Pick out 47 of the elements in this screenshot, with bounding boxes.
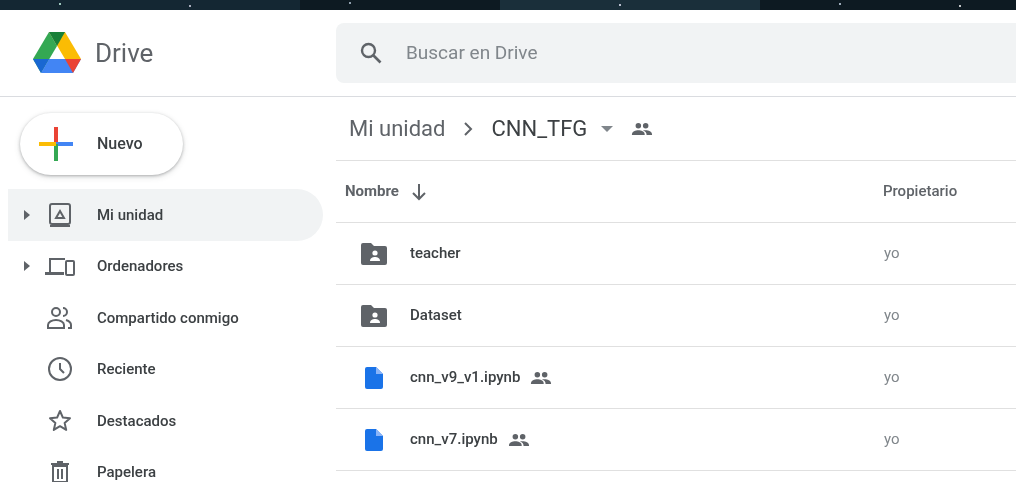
column-header[interactable]: Nombre <box>345 180 399 203</box>
plus-icon <box>39 127 73 161</box>
search-icon <box>360 42 382 64</box>
sidebar-item[interactable]: Reciente <box>0 343 315 395</box>
document-icon <box>365 366 383 389</box>
people-icon <box>47 306 73 329</box>
shared-folder-icon <box>361 242 387 265</box>
search-field[interactable]: Buscar en Drive <box>406 38 1016 68</box>
search-bar[interactable]: Buscar en Drive <box>336 23 1016 83</box>
file-name: teacher <box>410 243 461 265</box>
sidebar-item[interactable]: Compartido conmigo <box>0 292 315 344</box>
file-name: cnn_v7.ipynb <box>410 429 498 451</box>
new-button[interactable]: Nuevo <box>20 113 183 175</box>
breadcrumb-item[interactable]: Mi unidad <box>349 112 446 145</box>
trash-icon <box>50 461 70 482</box>
owner-cell-text: yo <box>884 243 900 265</box>
file-row[interactable]: cnn_v7.ipynb yo <box>336 409 1016 471</box>
clock-icon <box>47 356 73 383</box>
document-icon <box>365 428 383 451</box>
dropdown-caret-icon[interactable] <box>601 125 614 132</box>
column-header[interactable]: Propietario <box>882 180 958 203</box>
sidebar-item[interactable]: Mi unidad <box>8 189 323 241</box>
shared-people-icon <box>507 433 530 446</box>
breadcrumb-item[interactable]: CNN_TFG <box>491 112 588 145</box>
file-row[interactable]: teacher yo <box>336 223 1016 285</box>
owner-cell-text: yo <box>884 429 900 451</box>
file-name: Dataset <box>410 305 462 327</box>
expand-arrow-icon[interactable] <box>24 209 30 220</box>
chevron-right-icon <box>463 121 474 136</box>
file-row[interactable]: cnn_v9_v1.ipynb yo <box>336 347 1016 409</box>
owner-cell-text: yo <box>884 305 900 327</box>
app-name: Drive <box>95 36 154 70</box>
sort-arrow-icon[interactable] <box>410 182 427 201</box>
shared-people-icon <box>530 371 553 384</box>
file-name: cnn_v9_v1.ipynb <box>410 367 521 389</box>
drive-logo-icon <box>33 32 81 74</box>
computers-icon <box>45 256 75 277</box>
file-row[interactable]: Dataset yo <box>336 285 1016 347</box>
sidebar-item[interactable]: Papelera <box>0 446 315 482</box>
expand-arrow-icon[interactable] <box>24 261 30 272</box>
sidebar-item[interactable]: Destacados <box>0 395 315 447</box>
shared-people-icon <box>631 122 654 135</box>
shared-folder-icon <box>361 304 387 327</box>
owner-cell-text: yo <box>884 367 900 389</box>
star-icon <box>48 408 72 433</box>
sidebar-item[interactable]: Ordenadores <box>0 240 315 292</box>
drive-icon <box>48 201 72 228</box>
